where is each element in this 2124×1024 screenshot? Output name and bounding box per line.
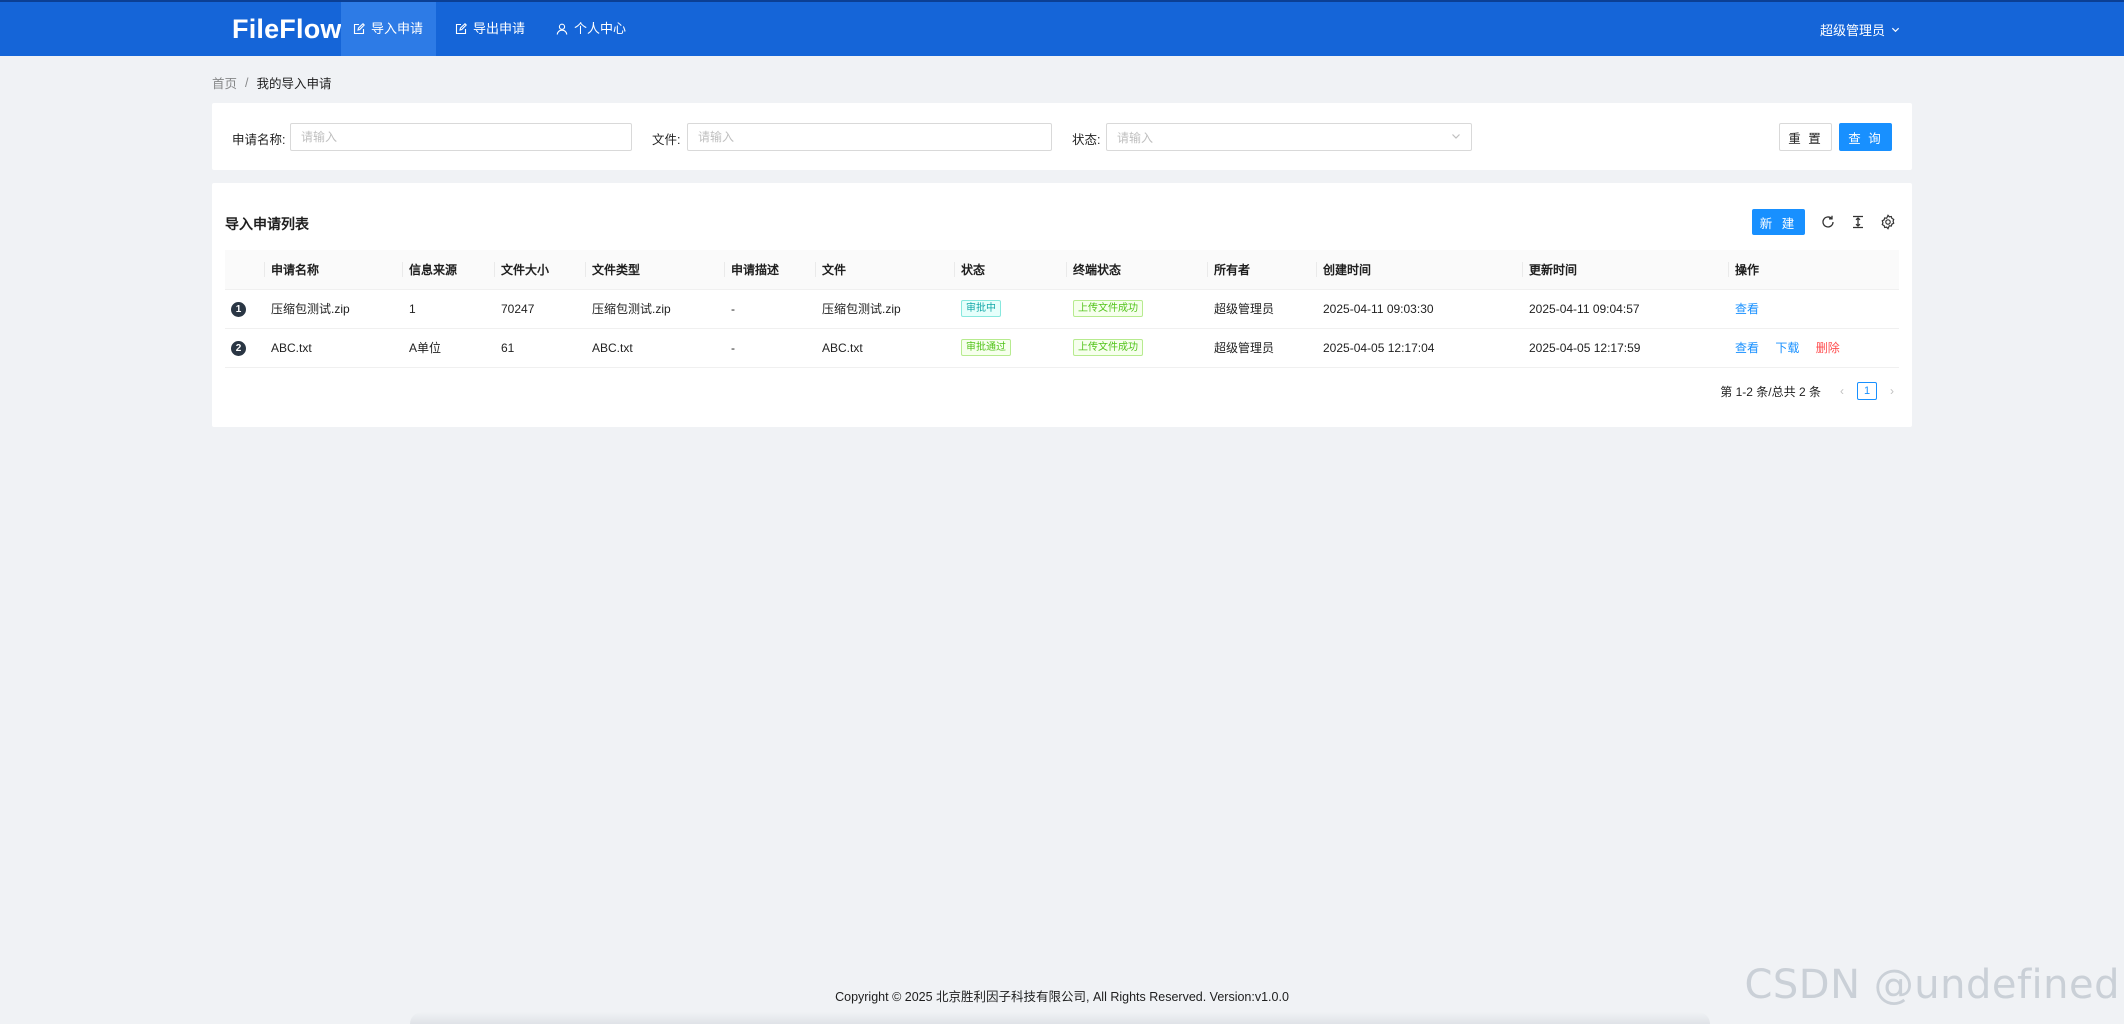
column-header-updated: 更新时间	[1523, 250, 1729, 290]
breadcrumb-current: 我的导入申请	[256, 77, 332, 91]
column-header-owner: 所有者	[1208, 250, 1317, 290]
view-link[interactable]: 查看	[1735, 341, 1759, 355]
download-link[interactable]: 下载	[1775, 341, 1799, 355]
row-actions: 查看	[1729, 289, 1899, 329]
nav-item-profile[interactable]: 个人中心	[544, 2, 639, 56]
nav-item-import[interactable]: 导入申请	[341, 2, 437, 56]
column-height-icon[interactable]	[1850, 214, 1866, 230]
nav-item-export[interactable]: 导出申请	[443, 2, 538, 56]
search-form: 申请名称: 文件: 状态: 请输入 重 置 查 询	[212, 103, 1912, 170]
nav-item-label: 导入申请	[371, 21, 424, 36]
terminal-status-badge: 上传文件成功	[1073, 300, 1143, 317]
reload-icon[interactable]	[1820, 214, 1836, 230]
status-badge: 审批通过	[961, 339, 1011, 356]
row-name: 压缩包测试.zip	[265, 289, 403, 329]
chevron-down-icon	[1451, 130, 1461, 144]
prev-page-icon[interactable]: ‹	[1835, 384, 1849, 398]
nav-item-label: 导出申请	[473, 21, 526, 36]
column-header-created: 创建时间	[1317, 250, 1523, 290]
view-link[interactable]: 查看	[1735, 302, 1759, 316]
row-created: 2025-04-05 12:17:04	[1317, 328, 1523, 368]
row-type: ABC.txt	[586, 328, 725, 368]
pagination: 第 1-2 条/总共 2 条 ‹ 1 ›	[1720, 382, 1899, 400]
name-input[interactable]	[290, 123, 632, 151]
table-row: 2 ABC.txt A单位 61 ABC.txt - ABC.txt 审批通过 …	[225, 328, 1899, 368]
user-name: 超级管理员	[1819, 22, 1885, 38]
new-button[interactable]: 新 建	[1752, 209, 1805, 235]
user-menu[interactable]: 超级管理员	[1820, 2, 1900, 56]
row-index-cell: 1	[225, 289, 265, 329]
row-description: -	[725, 328, 816, 368]
row-owner: 超级管理员	[1208, 328, 1317, 368]
breadcrumb-home[interactable]: 首页	[212, 73, 237, 92]
pagination-summary: 第 1-2 条/总共 2 条	[1720, 384, 1821, 399]
import-request-table: 申请名称 信息来源 文件大小 文件类型 申请描述 文件 状态 终端状态 所有者 …	[225, 250, 1899, 368]
column-header-size: 文件大小	[495, 250, 586, 290]
breadcrumb: 首页 / 我的导入申请	[212, 73, 332, 92]
terminal-status-badge: 上传文件成功	[1073, 339, 1143, 356]
edit-square-icon	[353, 23, 365, 35]
status-select[interactable]: 请输入	[1106, 123, 1472, 151]
file-input[interactable]	[687, 123, 1052, 151]
row-terminal-status-cell: 上传文件成功	[1067, 328, 1208, 368]
table-title: 导入申请列表	[225, 216, 309, 232]
row-actions: 查看 下载 删除	[1729, 328, 1899, 368]
row-name: ABC.txt	[265, 328, 403, 368]
table-header-row: 申请名称 信息来源 文件大小 文件类型 申请描述 文件 状态 终端状态 所有者 …	[225, 250, 1899, 290]
query-button[interactable]: 查 询	[1839, 123, 1892, 151]
row-terminal-status-cell: 上传文件成功	[1067, 289, 1208, 329]
footer-shadow	[410, 1012, 1710, 1024]
row-size: 61	[495, 328, 586, 368]
delete-link[interactable]: 删除	[1816, 341, 1840, 355]
row-type: 压缩包测试.zip	[586, 289, 725, 329]
nav-item-label: 个人中心	[574, 21, 627, 36]
name-field-label: 申请名称:	[232, 133, 286, 147]
row-status-cell: 审批通过	[955, 328, 1067, 368]
main-nav: 导入申请 导出申请 个人中心	[341, 2, 639, 56]
row-created: 2025-04-11 09:03:30	[1317, 289, 1523, 329]
row-file: 压缩包测试.zip	[816, 289, 955, 329]
row-status-cell: 审批中	[955, 289, 1067, 329]
row-size: 70247	[495, 289, 586, 329]
column-header-description: 申请描述	[725, 250, 816, 290]
top-navbar: FileFlow 导入申请 导出申请 个人中心 超级管理员	[0, 0, 2124, 56]
row-source: A单位	[403, 328, 495, 368]
column-header-type: 文件类型	[586, 250, 725, 290]
row-index-cell: 2	[225, 328, 265, 368]
reset-button[interactable]: 重 置	[1779, 123, 1832, 151]
breadcrumb-separator: /	[245, 75, 249, 90]
row-owner: 超级管理员	[1208, 289, 1317, 329]
row-source: 1	[403, 289, 495, 329]
row-updated: 2025-04-05 12:17:59	[1523, 328, 1729, 368]
row-file: ABC.txt	[816, 328, 955, 368]
user-icon	[556, 23, 568, 35]
brand-logo[interactable]: FileFlow	[232, 2, 342, 56]
edit-square-icon	[455, 23, 467, 35]
table-row: 1 压缩包测试.zip 1 70247 压缩包测试.zip - 压缩包测试.zi…	[225, 289, 1899, 329]
column-header-status: 状态	[955, 250, 1067, 290]
page-number-1[interactable]: 1	[1857, 382, 1877, 400]
status-select-placeholder: 请输入	[1117, 130, 1154, 145]
column-header-source: 信息来源	[403, 250, 495, 290]
row-description: -	[725, 289, 816, 329]
row-index-badge: 2	[231, 340, 246, 356]
setting-icon[interactable]	[1880, 214, 1896, 230]
next-page-icon[interactable]: ›	[1885, 384, 1899, 398]
column-header-name: 申请名称	[265, 250, 403, 290]
column-header-file: 文件	[816, 250, 955, 290]
column-header-index	[225, 250, 265, 290]
row-index-badge: 1	[231, 301, 246, 317]
chevron-down-icon	[1891, 22, 1900, 37]
file-field-label: 文件:	[652, 133, 681, 147]
column-header-terminal-status: 终端状态	[1067, 250, 1208, 290]
table-card: 导入申请列表 新 建 申请名称 信息来源 文件大小 文件类型 申请描述 文件 状…	[212, 183, 1912, 427]
column-header-actions: 操作	[1729, 250, 1899, 290]
watermark: CSDN @undefined	[1744, 962, 2120, 1008]
page: FileFlow 导入申请 导出申请 个人中心 超级管理员 首页 / 我的导入申…	[0, 0, 2124, 1024]
row-updated: 2025-04-11 09:04:57	[1523, 289, 1729, 329]
status-field-label: 状态:	[1072, 133, 1101, 147]
status-badge: 审批中	[961, 300, 1001, 317]
